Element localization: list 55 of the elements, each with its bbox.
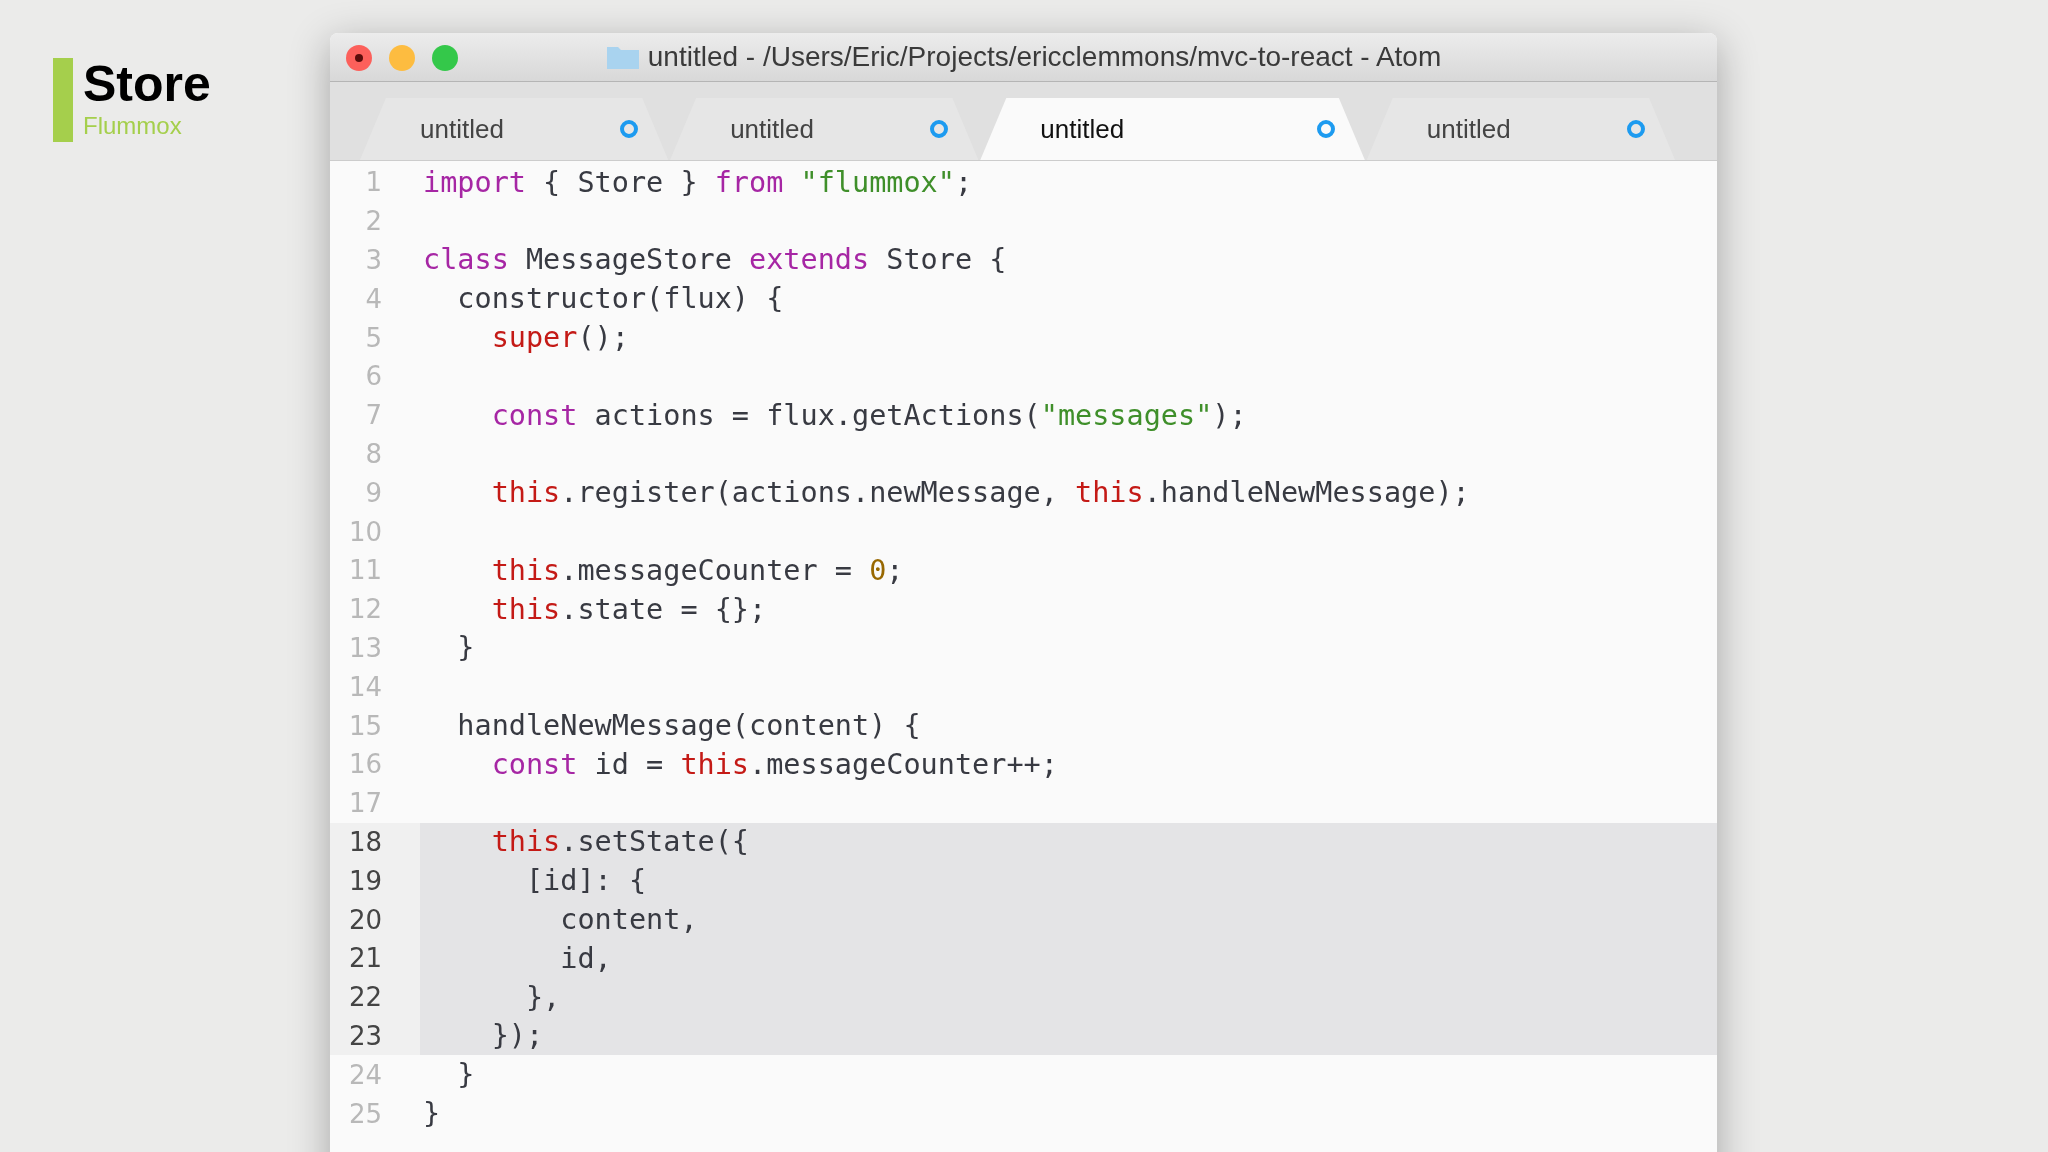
code-line: super(); — [490, 321, 629, 355]
tab[interactable]: untitled — [360, 98, 669, 160]
close-button[interactable] — [346, 45, 372, 71]
folder-icon — [605, 44, 640, 70]
line-number: 1 — [364, 167, 382, 198]
line-number: 15 — [347, 710, 382, 741]
line-number: 16 — [347, 749, 382, 780]
line-number: 9 — [364, 477, 382, 508]
window-title: untitled - /Users/Eric/Projects/ericclemmons/mvc-to-react - Atom — [647, 41, 1442, 73]
code-line: class MessageStore extends Store { — [423, 243, 1007, 277]
line-number: 6 — [364, 361, 382, 392]
line-number: 8 — [364, 438, 382, 469]
tab[interactable]: untitled — [980, 98, 1365, 160]
code-line: this.state = {}; — [490, 592, 767, 626]
code-line: } — [456, 1058, 475, 1092]
line-number: 19 — [347, 865, 382, 896]
line-number: 21 — [347, 943, 382, 974]
line-number: 17 — [347, 788, 382, 819]
code-line: this.setState({ — [490, 825, 750, 859]
line-number: 11 — [347, 555, 382, 586]
line-number: 12 — [347, 594, 382, 625]
line-number: 4 — [364, 283, 382, 314]
line-number: 13 — [347, 632, 382, 663]
line-number: 18 — [347, 826, 382, 857]
line-number: 24 — [347, 1059, 382, 1090]
line-number: 10 — [347, 516, 382, 547]
line-number: 25 — [347, 1098, 382, 1129]
tab[interactable]: untitled — [1366, 98, 1675, 160]
code-line: const id = this.messageCounter++; — [490, 747, 1058, 781]
tab[interactable]: untitled — [670, 98, 979, 160]
code-line: } — [456, 631, 475, 665]
code-line: this.register(actions.newMessage, this.handleNewMessage); — [490, 476, 1470, 510]
code-line: handleNewMessage(content) { — [456, 709, 921, 743]
code-line: this.messageCounter = 0; — [490, 553, 904, 587]
code-line: content, — [559, 903, 698, 937]
line-number: 20 — [347, 904, 382, 935]
slide-title: Store — [83, 56, 211, 112]
line-number: 22 — [347, 982, 382, 1013]
line-number: 23 — [347, 1020, 382, 1051]
line-number: 14 — [347, 671, 382, 702]
line-number: 5 — [364, 322, 382, 353]
code-line: } — [423, 1097, 441, 1130]
code-line: id, — [559, 941, 612, 975]
zoom-button[interactable] — [432, 45, 458, 71]
code-line: }, — [524, 980, 561, 1014]
code-line: import { Store } from "flummox"; — [423, 165, 973, 199]
code-line: const actions = flux.getActions("messages"); — [490, 398, 1247, 432]
line-number: 7 — [364, 400, 382, 431]
slide-subtitle: Flummox — [83, 112, 183, 140]
code-line: [id]: { — [524, 864, 647, 898]
code-line: constructor(flux) { — [456, 282, 784, 316]
minimize-button[interactable] — [389, 45, 415, 71]
code-line: }); — [490, 1019, 544, 1053]
line-number: 2 — [364, 206, 382, 237]
line-number: 3 — [364, 245, 382, 275]
